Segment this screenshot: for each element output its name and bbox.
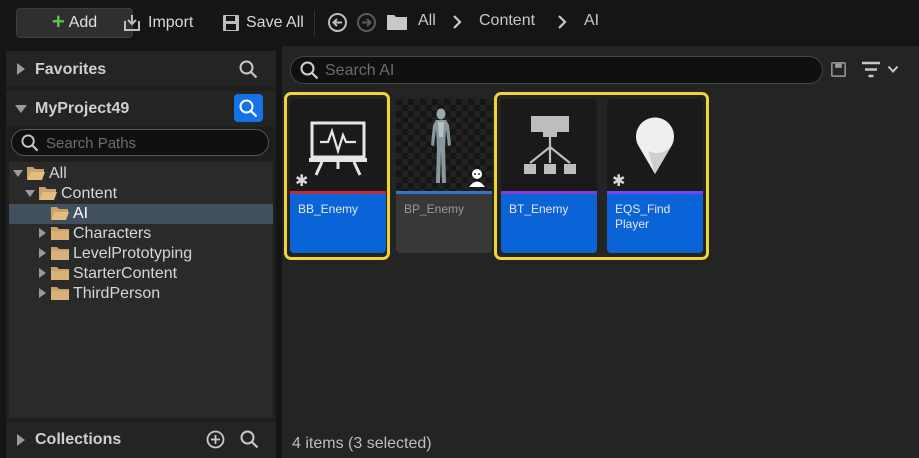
- asset-tile-bb-enemy[interactable]: ✱ BB_Enemy: [290, 99, 386, 253]
- asset-thumbnail: [396, 99, 492, 191]
- search-assets-field[interactable]: [290, 56, 823, 84]
- collapse-arrow-icon: [25, 190, 35, 197]
- toolbar: + Add Import Save All All Content AI: [0, 0, 919, 46]
- search-icon[interactable]: [239, 60, 258, 79]
- import-label: Import: [148, 14, 194, 31]
- import-icon: [124, 15, 140, 31]
- search-paths-input[interactable]: [46, 133, 256, 153]
- tree-item-label: Content: [61, 185, 118, 202]
- arrow-right-icon: [362, 18, 372, 27]
- folder-open-icon: [39, 187, 57, 200]
- chevron-right-icon: [453, 15, 462, 29]
- tree-item-thirdperson[interactable]: ThirdPerson: [9, 284, 273, 304]
- unsaved-asterisk-icon: ✱: [612, 173, 626, 190]
- collapse-arrow-icon: [13, 170, 23, 177]
- chevron-right-icon: [558, 15, 567, 29]
- tree-item-all[interactable]: All: [9, 164, 273, 184]
- folder-icon: [51, 227, 69, 240]
- item-count-status: 4 items (3 selected): [292, 435, 432, 452]
- add-circle-icon[interactable]: [206, 430, 225, 449]
- asset-label-area: BB_Enemy: [290, 194, 386, 253]
- tree-item-levelprototyping[interactable]: LevelPrototyping: [9, 244, 273, 264]
- search-toggle-button[interactable]: [234, 94, 263, 122]
- asset-view: ✱ BB_Enemy BP_Enemy: [282, 46, 919, 458]
- asset-label-area: BP_Enemy: [396, 194, 492, 253]
- collections-title: Collections: [35, 431, 122, 448]
- asset-name: BP_Enemy: [404, 202, 465, 216]
- favorites-title: Favorites: [35, 61, 107, 78]
- expand-arrow-icon: [17, 434, 25, 446]
- sources-panel: Favorites MyProject49 All Content: [6, 51, 276, 458]
- tree-item-label: All: [49, 165, 67, 182]
- expand-arrow-icon: [39, 228, 46, 238]
- chevron-down-icon[interactable]: [887, 65, 899, 74]
- behavior-tree-icon: [524, 116, 576, 174]
- save-icon: [223, 15, 239, 31]
- search-icon: [239, 99, 258, 118]
- asset-name: EQS_Find Player: [615, 202, 671, 231]
- filter-icon[interactable]: [861, 61, 881, 78]
- favorites-header[interactable]: Favorites: [6, 51, 276, 87]
- folder-icon: [387, 15, 407, 30]
- search-assets-input[interactable]: [325, 61, 805, 81]
- tree-item-startercontent[interactable]: StarterContent: [9, 264, 273, 284]
- add-button-label: Add: [68, 14, 98, 31]
- asset-tile-bp-enemy[interactable]: BP_Enemy: [396, 99, 492, 253]
- folder-icon: [51, 287, 69, 300]
- unsaved-asterisk-icon: ✱: [295, 173, 309, 190]
- folder-open-icon: [27, 167, 45, 180]
- expand-arrow-icon: [17, 63, 25, 75]
- folder-icon: [51, 247, 69, 260]
- forward-button[interactable]: [357, 13, 376, 32]
- save-all-button[interactable]: Save All: [222, 10, 304, 36]
- asset-thumbnail: ✱: [607, 99, 703, 191]
- asset-thumbnail: ✱: [290, 99, 386, 191]
- toolbar-divider: [112, 10, 113, 36]
- tree-item-content[interactable]: Content: [9, 184, 273, 204]
- arrow-left-icon: [332, 18, 342, 27]
- tree-item-label: ThirdPerson: [73, 285, 161, 302]
- tree-item-label: AI: [73, 205, 89, 222]
- asset-label-area: EQS_Find Player: [607, 194, 703, 253]
- plus-icon: +: [51, 9, 65, 34]
- back-button[interactable]: [328, 13, 347, 32]
- search-icon: [300, 61, 319, 80]
- tree-item-label: StarterContent: [73, 265, 178, 282]
- toolbar-divider: [314, 10, 315, 36]
- project-title: MyProject49: [35, 100, 130, 117]
- asset-thumbnail: [501, 99, 597, 191]
- expand-arrow-icon: [39, 288, 46, 298]
- folder-open-icon: [51, 207, 69, 220]
- folder-tree: All Content AI Characters LevelPrototypi…: [9, 162, 273, 418]
- folder-icon: [51, 267, 69, 280]
- asset-name: BT_Enemy: [509, 202, 569, 216]
- search-icon: [21, 134, 39, 152]
- add-button[interactable]: + Add: [16, 8, 133, 38]
- tree-item-characters[interactable]: Characters: [9, 224, 273, 244]
- character-mannequin-icon: [431, 108, 451, 183]
- breadcrumb-ai[interactable]: AI: [584, 12, 599, 30]
- breadcrumb-all[interactable]: All: [418, 12, 436, 30]
- tree-item-ai[interactable]: AI: [9, 204, 273, 224]
- blackboard-icon: [309, 121, 367, 176]
- search-icon[interactable]: [240, 430, 259, 449]
- expand-arrow-icon: [39, 268, 46, 278]
- map-pin-icon: [636, 117, 674, 174]
- asset-tile-eqs-find-player[interactable]: ✱ EQS_Find Player: [607, 99, 703, 253]
- asset-tile-bt-enemy[interactable]: BT_Enemy: [501, 99, 597, 253]
- collections-header[interactable]: Collections: [6, 422, 276, 458]
- asset-name: BB_Enemy: [298, 202, 359, 216]
- project-header[interactable]: MyProject49: [6, 91, 276, 127]
- tree-item-label: LevelPrototyping: [73, 245, 193, 262]
- asset-label-area: BT_Enemy: [501, 194, 597, 253]
- pawn-icon: [469, 169, 485, 187]
- import-button[interactable]: Import: [122, 10, 193, 36]
- search-paths-field[interactable]: [11, 129, 269, 156]
- save-all-label: Save All: [246, 14, 304, 31]
- expand-arrow-icon: [39, 248, 46, 258]
- save-search-icon[interactable]: [831, 62, 846, 77]
- collapse-arrow-icon: [15, 105, 27, 113]
- tree-item-label: Characters: [73, 225, 152, 242]
- breadcrumb-content[interactable]: Content: [479, 12, 535, 30]
